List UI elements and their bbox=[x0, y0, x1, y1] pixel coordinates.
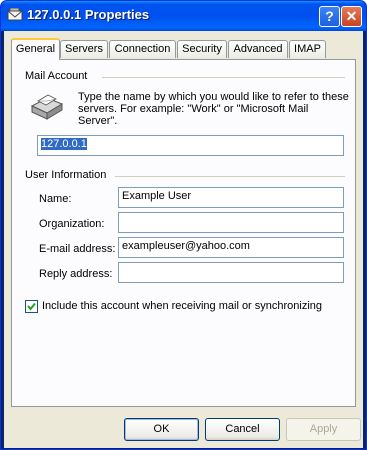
question-icon: ? bbox=[325, 8, 334, 24]
group-divider bbox=[102, 77, 345, 78]
account-name-value: 127.0.0.1 bbox=[41, 138, 87, 150]
group-divider bbox=[115, 176, 345, 177]
tab-security[interactable]: Security bbox=[177, 40, 227, 58]
include-account-checkbox[interactable] bbox=[25, 300, 38, 313]
email-label: E-mail address: bbox=[39, 243, 116, 255]
title-bar[interactable]: 127.0.0.1 Properties ? ✕ bbox=[1, 1, 366, 31]
reply-address-label: Reply address: bbox=[39, 268, 113, 280]
dialog-client: General Servers Connection Security Adva… bbox=[4, 31, 363, 448]
mail-server-icon bbox=[30, 94, 64, 120]
close-icon: ✕ bbox=[345, 8, 358, 24]
organization-field[interactable] bbox=[118, 212, 344, 233]
mail-account-icon bbox=[7, 8, 23, 21]
properties-window: 127.0.0.1 Properties ? ✕ General Servers… bbox=[0, 0, 367, 450]
tab-servers[interactable]: Servers bbox=[60, 40, 108, 58]
window-title: 127.0.0.1 Properties bbox=[27, 7, 150, 22]
tab-imap[interactable]: IMAP bbox=[289, 40, 326, 58]
general-tab-panel: Mail Account Type the name by which you … bbox=[11, 59, 356, 407]
tab-general[interactable]: General bbox=[11, 38, 60, 60]
email-field[interactable]: exampleuser@yahoo.com bbox=[118, 237, 344, 258]
description-line-2: servers. For example: "Work" or "Microso… bbox=[78, 103, 309, 115]
tab-connection[interactable]: Connection bbox=[109, 40, 176, 58]
organization-label: Organization: bbox=[39, 218, 105, 230]
account-name-input[interactable]: 127.0.0.1 bbox=[37, 135, 344, 156]
name-field[interactable]: Example User bbox=[118, 187, 344, 208]
mail-account-group-label: Mail Account bbox=[25, 70, 88, 82]
close-button[interactable]: ✕ bbox=[341, 6, 362, 27]
include-account-label[interactable]: Include this account when receiving mail… bbox=[42, 300, 322, 312]
help-button[interactable]: ? bbox=[319, 6, 340, 27]
tab-advanced[interactable]: Advanced bbox=[228, 40, 288, 58]
user-info-group-label: User Information bbox=[25, 169, 107, 181]
checkmark-icon bbox=[27, 302, 36, 311]
description-line-1: Type the name by which you would like to… bbox=[78, 91, 349, 103]
ok-button[interactable]: OK bbox=[124, 418, 199, 441]
description-line-3: Server". bbox=[78, 115, 118, 127]
apply-button[interactable]: Apply bbox=[286, 418, 361, 441]
name-label: Name: bbox=[39, 193, 72, 205]
reply-address-field[interactable] bbox=[118, 262, 344, 283]
cancel-button[interactable]: Cancel bbox=[205, 418, 280, 441]
